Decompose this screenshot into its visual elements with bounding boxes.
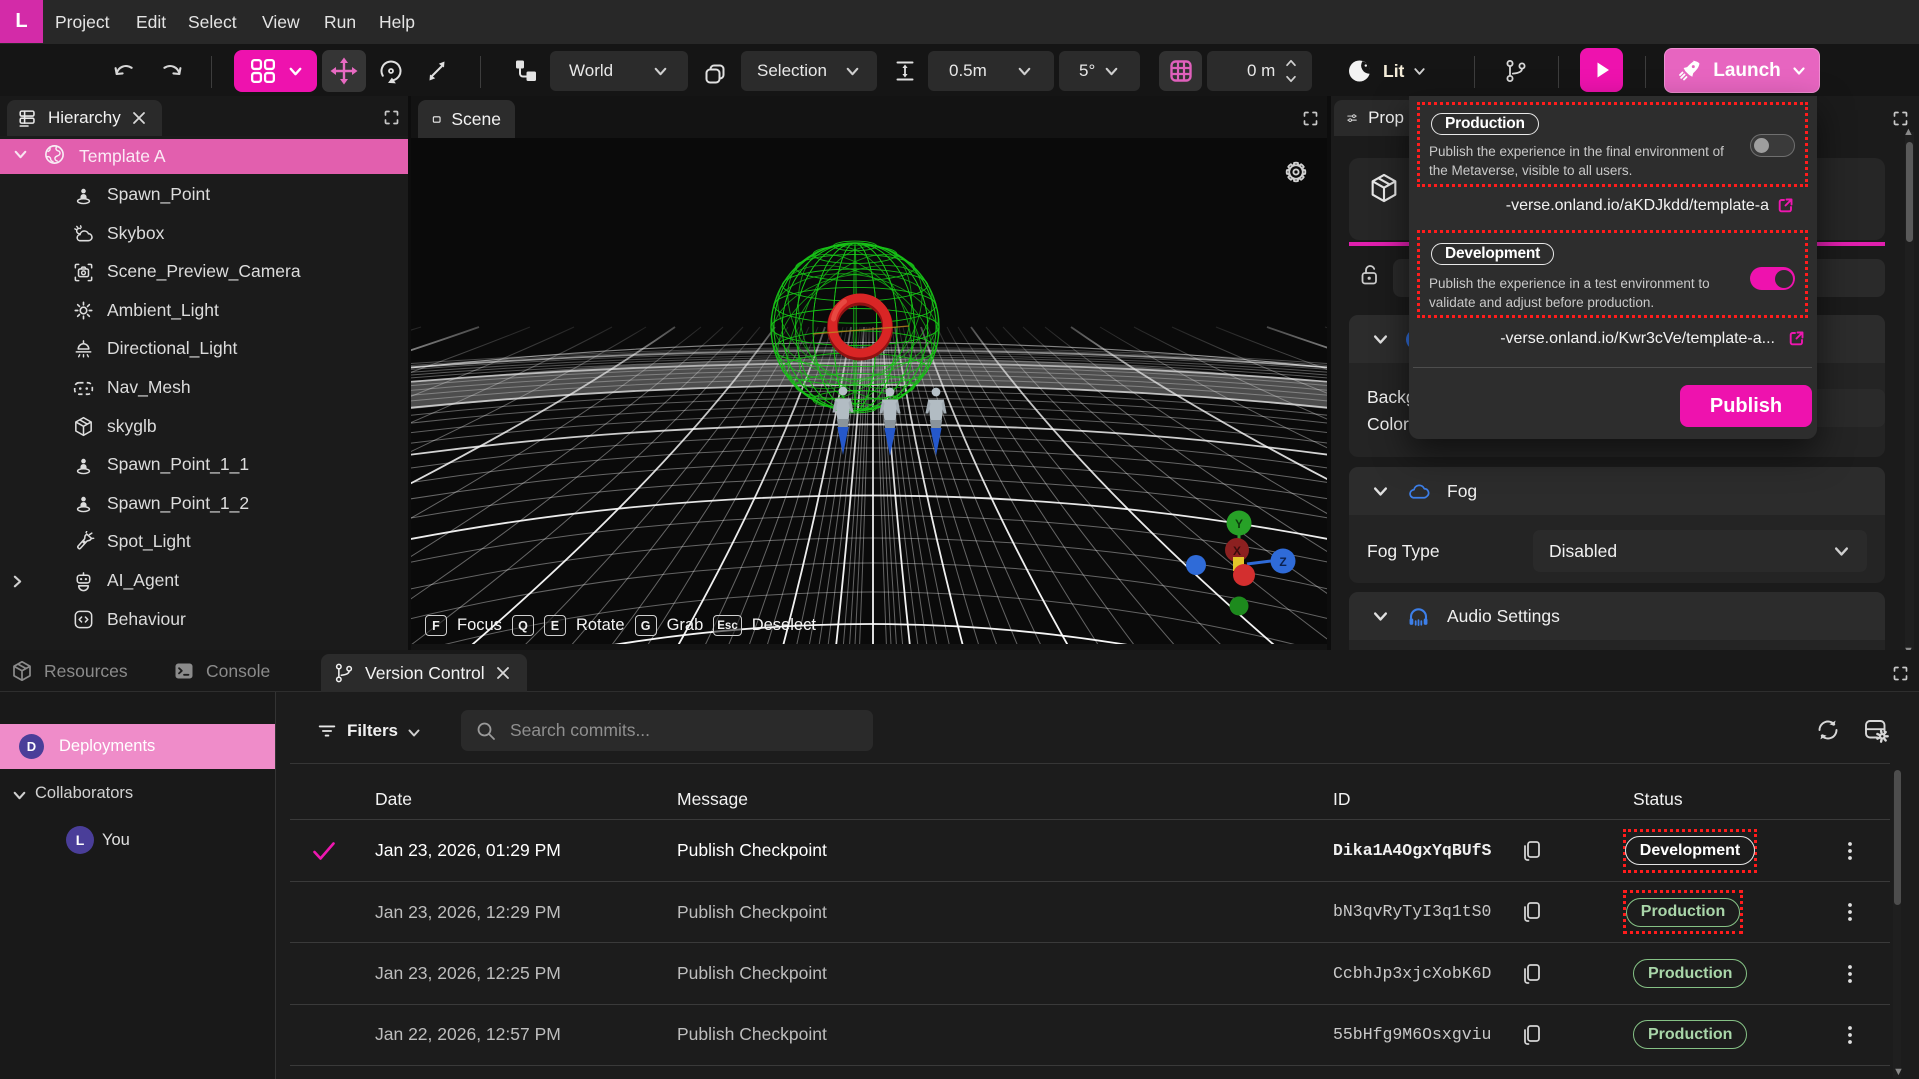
svg-text:Z: Z [1279, 555, 1286, 569]
svg-text:Y: Y [1235, 517, 1243, 531]
svg-text:X: X [1233, 544, 1241, 558]
